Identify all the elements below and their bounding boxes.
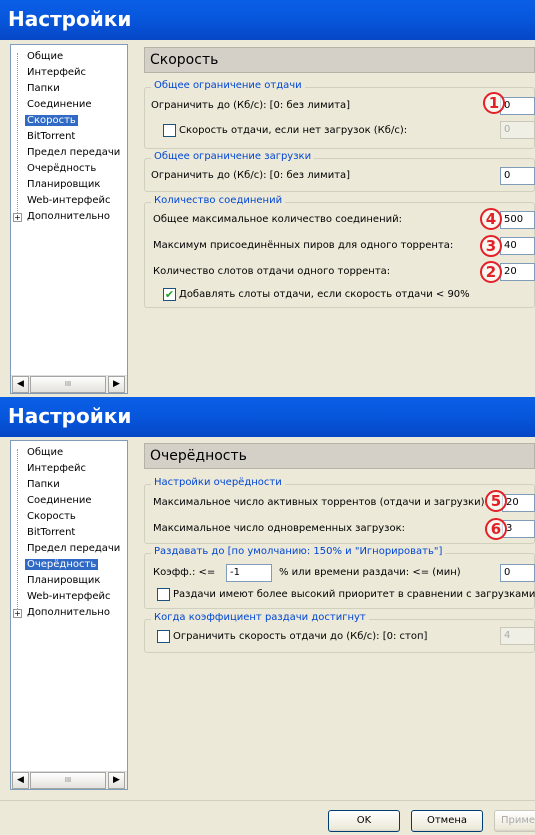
upload-limit-legend: Общее ограничение отдачи [151, 80, 305, 91]
ok-button[interactable]: OK [328, 810, 400, 832]
seed-time-label: % или времени раздачи: <= (мин) [279, 567, 461, 578]
add-slots-label: Добавлять слоты отдачи, если скорость от… [179, 289, 470, 300]
queue-settings-group [144, 484, 535, 544]
tree-item-connection[interactable]: Соединение [25, 97, 94, 112]
upload-limit-input[interactable]: 0 [500, 97, 535, 115]
window2-title: Настройки [8, 404, 132, 428]
connections-legend: Количество соединений [151, 195, 286, 206]
seed-until-legend: Раздавать до [по умолчанию: 150% и "Игно… [151, 546, 446, 557]
tree-item-general[interactable]: Общие [25, 445, 65, 460]
tree-item-interface[interactable]: Интерфейс [25, 461, 88, 476]
upload-no-download-input[interactable]: 0 [500, 121, 535, 139]
annotation-badge-1: 1 [483, 92, 505, 114]
tree-item-queue[interactable]: Очерёдность [25, 557, 99, 572]
tree-hscrollbar[interactable]: ◀ III ▶ [11, 375, 127, 393]
apply-button[interactable]: Приме [494, 810, 535, 832]
queue-settings-legend: Настройки очерёдности [151, 477, 285, 488]
tree-item-connection[interactable]: Соединение [25, 493, 94, 508]
scroll-left-icon[interactable]: ◀ [12, 772, 29, 789]
window1-panel-title: Скорость [144, 47, 535, 73]
expand-plus-icon[interactable]: + [13, 609, 22, 618]
seed-priority-checkbox[interactable] [157, 588, 170, 601]
max-active-label: Максимальное число активных торрентов (о… [153, 497, 488, 508]
upload-limit-group [144, 87, 535, 149]
scroll-thumb[interactable]: III [30, 772, 106, 789]
scroll-left-icon[interactable]: ◀ [12, 376, 29, 393]
max-peers-label: Максимум присоединённых пиров для одного… [153, 240, 454, 251]
annotation-badge-5: 5 [485, 490, 507, 512]
tree-item-speed[interactable]: Скорость [25, 509, 78, 524]
tree-item-advanced[interactable]: Дополнительно [25, 209, 112, 224]
dialog-button-bar: OK Отмена Приме [0, 800, 535, 835]
window1-title: Настройки [8, 7, 132, 31]
tree-hscrollbar[interactable]: ◀ III ▶ [11, 771, 127, 789]
annotation-badge-2: 2 [480, 261, 502, 283]
tree-item-interface[interactable]: Интерфейс [25, 65, 88, 80]
tree-item-folders[interactable]: Папки [25, 477, 62, 492]
upload-limit-label: Ограничить до (Кб/с): [0: без лимита] [151, 100, 351, 111]
seed-until-group [144, 553, 535, 609]
ratio-input[interactable]: -1 [226, 564, 272, 582]
annotation-badge-6: 6 [485, 518, 507, 540]
seed-priority-label: Раздачи имеют более высокий приоритет в … [173, 589, 535, 600]
window2-titlebar: Настройки [0, 397, 535, 437]
tree-item-bittorrent[interactable]: BitTorrent [25, 525, 77, 540]
max-downloads-label: Максимальное число одновременных загрузо… [153, 523, 405, 534]
window1-tree[interactable]: Общие Интерфейс Папки Соединение Скорост… [10, 44, 128, 394]
window2-tree[interactable]: Общие Интерфейс Папки Соединение Скорост… [10, 440, 128, 790]
scroll-right-icon[interactable]: ▶ [108, 376, 125, 393]
scroll-right-icon[interactable]: ▶ [108, 772, 125, 789]
download-limit-legend: Общее ограничение загрузки [151, 151, 315, 162]
tree-item-advanced[interactable]: Дополнительно [25, 605, 112, 620]
ratio-reached-label: Ограничить скорость отдачи до (Кб/с): [0… [173, 631, 428, 642]
window2-panel-title: Очерёдность [144, 443, 535, 469]
add-slots-checkbox[interactable]: ✔ [163, 288, 176, 301]
expand-plus-icon[interactable]: + [13, 213, 22, 222]
upload-slots-label: Количество слотов отдачи одного торрента… [153, 266, 391, 277]
ratio-reached-input[interactable]: 4 [500, 627, 535, 645]
window1-titlebar: Настройки [0, 0, 535, 40]
max-active-input[interactable]: 20 [502, 494, 535, 512]
annotation-badge-4: 4 [480, 208, 502, 230]
max-peers-input[interactable]: 40 [500, 237, 535, 255]
download-limit-input[interactable]: 0 [500, 167, 535, 185]
tree-item-scheduler[interactable]: Планировщик [25, 573, 102, 588]
upload-no-download-checkbox[interactable] [163, 124, 176, 137]
tree-item-general[interactable]: Общие [25, 49, 65, 64]
max-connections-input[interactable]: 500 [500, 211, 535, 229]
tree-item-queue[interactable]: Очерёдность [25, 161, 98, 176]
ratio-reached-legend: Когда коэффициент раздачи достигнут [151, 612, 369, 623]
tree-item-transfer-limit[interactable]: Предел передачи [25, 541, 122, 556]
tree-item-speed[interactable]: Скорость [25, 113, 78, 128]
tree-item-web-ui[interactable]: Web-интерфейс [25, 589, 112, 604]
tree-item-scheduler[interactable]: Планировщик [25, 177, 102, 192]
tree-item-bittorrent[interactable]: BitTorrent [25, 129, 77, 144]
upload-no-download-label: Скорость отдачи, если нет загрузок (Кб/с… [179, 125, 408, 136]
cancel-button[interactable]: Отмена [411, 810, 483, 832]
tree-item-folders[interactable]: Папки [25, 81, 62, 96]
scroll-thumb[interactable]: III [30, 376, 106, 393]
download-limit-label: Ограничить до (Кб/с): [0: без лимита] [151, 170, 351, 181]
max-connections-label: Общее максимальное количество соединений… [153, 214, 402, 225]
tree-item-transfer-limit[interactable]: Предел передачи [25, 145, 122, 160]
ratio-label: Коэфф.: <= [153, 567, 216, 578]
annotation-badge-3: 3 [480, 235, 502, 257]
tree-item-web-ui[interactable]: Web-интерфейс [25, 193, 112, 208]
seed-time-input[interactable]: 0 [500, 564, 535, 582]
upload-slots-input[interactable]: 20 [500, 263, 535, 281]
ratio-reached-checkbox[interactable] [157, 630, 170, 643]
